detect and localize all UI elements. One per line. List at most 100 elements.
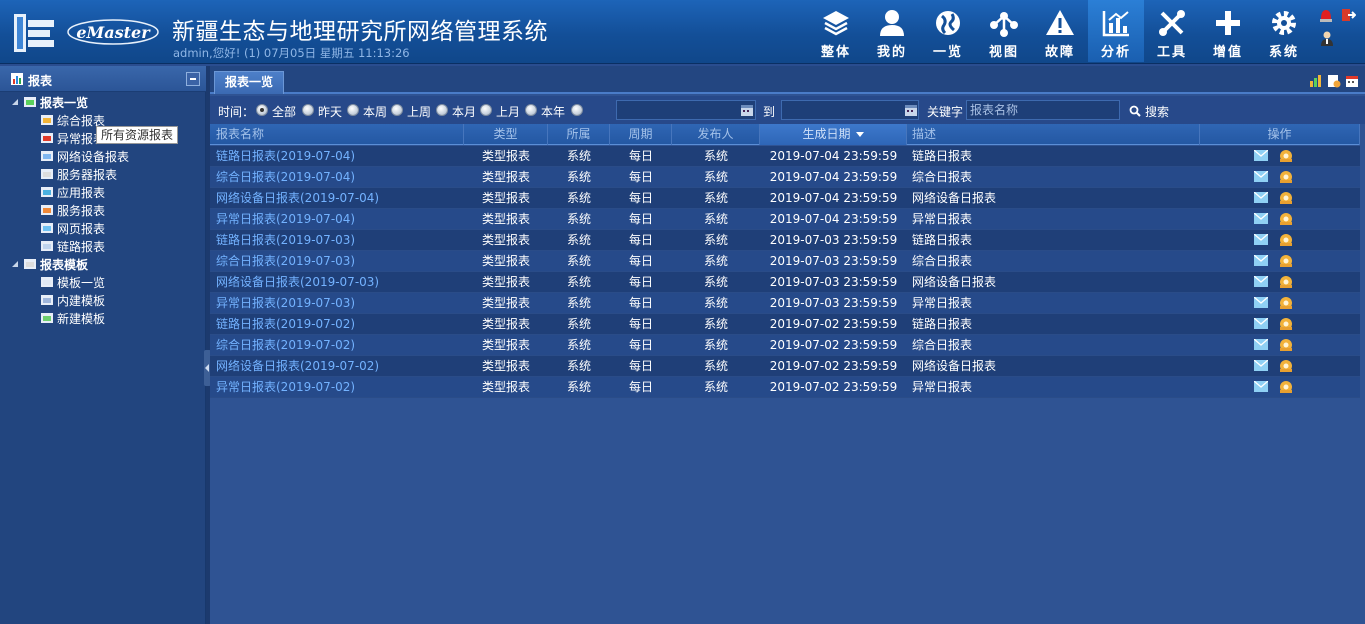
table-row[interactable]: 异常日报表(2019-07-03) 类型报表 系统 每日 系统 2019-07-03 23… [210,293,1360,314]
report-settings-icon[interactable] [1327,74,1341,88]
send-email-icon[interactable] [1254,339,1268,350]
send-email-icon[interactable] [1254,192,1268,203]
table-row[interactable]: 综合日报表(2019-07-04) 类型报表 系统 每日 系统 2019-07-04 23… [210,167,1360,188]
table-row[interactable]: 链路日报表(2019-07-04) 类型报表 系统 每日 系统 2019-07-04 23… [210,146,1360,167]
send-email-icon[interactable] [1254,276,1268,287]
send-email-icon[interactable] [1254,150,1268,161]
column-header-8[interactable]: 操作 [1200,124,1360,145]
time-option-label[interactable]: 上周 [407,103,431,120]
exit-icon[interactable] [1340,7,1356,23]
time-radio-6[interactable] [480,104,492,116]
report-name-link[interactable]: 网络设备日报表(2019-07-02) [216,356,464,376]
report-name-link[interactable]: 综合日报表(2019-07-03) [216,251,464,271]
report-settings-icon[interactable] [1279,254,1293,268]
end-date-input[interactable] [781,100,919,120]
sidebar-item-6[interactable]: 应用报表 [40,183,105,201]
table-row[interactable]: 网络设备日报表(2019-07-03) 类型报表 系统 每日 系统 2019-07-03 … [210,272,1360,293]
sidebar-item-13[interactable]: 新建模板 [40,309,105,327]
time-radio-4[interactable] [391,104,403,116]
column-header-3[interactable]: 所属 [548,124,610,145]
send-email-icon[interactable] [1254,255,1268,266]
table-row[interactable]: 网络设备日报表(2019-07-02) 类型报表 系统 每日 系统 2019-07-02 … [210,356,1360,377]
report-name-link[interactable]: 异常日报表(2019-07-04) [216,209,464,229]
nav-overview[interactable]: 整体 [808,0,864,62]
send-email-icon[interactable] [1254,297,1268,308]
time-radio-3[interactable] [347,104,359,116]
send-email-icon[interactable] [1254,234,1268,245]
tree-expand-triangle-icon[interactable] [10,97,20,107]
time-option-label[interactable]: 本周 [363,103,387,120]
sidebar-collapse-button[interactable] [186,72,200,86]
sidebar-item-5[interactable]: 服务器报表 [40,165,117,183]
sidebar-item-7[interactable]: 服务报表 [40,201,105,219]
time-option-label[interactable]: 昨天 [318,103,342,120]
nav-system[interactable]: 系统 [1256,0,1312,62]
send-email-icon[interactable] [1254,360,1268,371]
calendar-picker-icon[interactable] [741,105,753,116]
search-button[interactable]: 搜索 [1145,103,1169,120]
table-row[interactable]: 链路日报表(2019-07-03) 类型报表 系统 每日 系统 2019-07-03 23… [210,230,1360,251]
send-email-icon[interactable] [1254,213,1268,224]
table-row[interactable]: 综合日报表(2019-07-03) 类型报表 系统 每日 系统 2019-07-03 23… [210,251,1360,272]
nav-value-added[interactable]: 增值 [1200,0,1256,62]
keyword-input[interactable]: 报表名称 [966,100,1120,120]
report-name-link[interactable]: 链路日报表(2019-07-04) [216,146,464,166]
nav-fault[interactable]: 故障 [1032,0,1088,62]
nav-mine[interactable]: 我的 [864,0,920,62]
report-settings-icon[interactable] [1279,149,1293,163]
report-name-link[interactable]: 网络设备日报表(2019-07-04) [216,188,464,208]
nav-analysis[interactable]: 分析 [1088,0,1144,62]
tab-report-list[interactable]: 报表一览 [214,71,285,94]
report-settings-icon[interactable] [1279,233,1293,247]
table-row[interactable]: 网络设备日报表(2019-07-04) 类型报表 系统 每日 系统 2019-07-04 … [210,188,1360,209]
sidebar-item-4[interactable]: 网络设备报表 [40,147,129,165]
table-row[interactable]: 链路日报表(2019-07-02) 类型报表 系统 每日 系统 2019-07-02 23… [210,314,1360,335]
column-header-1[interactable]: 报表名称 [210,124,464,145]
time-option-label[interactable]: 本年 [541,103,565,120]
report-settings-icon[interactable] [1279,275,1293,289]
export-chart-icon[interactable] [1309,74,1323,88]
search-icon[interactable] [1129,105,1141,117]
sidebar-item-1[interactable]: 报表一览 [10,93,88,111]
column-header-6[interactable]: 生成日期 [760,124,907,145]
column-header-7[interactable]: 描述 [907,124,1200,145]
calendar-picker-icon[interactable] [905,105,917,116]
report-settings-icon[interactable] [1279,212,1293,226]
time-radio-2[interactable] [302,104,314,116]
start-date-input[interactable] [616,100,756,120]
alarm-light-icon[interactable] [1318,7,1334,23]
report-name-link[interactable]: 综合日报表(2019-07-04) [216,167,464,187]
user-profile-icon[interactable] [1319,30,1335,46]
column-header-2[interactable]: 类型 [464,124,548,145]
nav-view[interactable]: 视图 [976,0,1032,62]
report-settings-icon[interactable] [1279,296,1293,310]
time-radio-5[interactable] [436,104,448,116]
sidebar-item-12[interactable]: 内建模板 [40,291,105,309]
table-row[interactable]: 异常日报表(2019-07-04) 类型报表 系统 每日 系统 2019-07-04 23… [210,209,1360,230]
time-option-label[interactable]: 上月 [496,103,520,120]
report-settings-icon[interactable] [1279,170,1293,184]
time-radio-7[interactable] [525,104,537,116]
report-name-link[interactable]: 综合日报表(2019-07-02) [216,335,464,355]
report-settings-icon[interactable] [1279,338,1293,352]
nav-tools[interactable]: 工具 [1144,0,1200,62]
column-header-5[interactable]: 发布人 [672,124,760,145]
report-name-link[interactable]: 网络设备日报表(2019-07-03) [216,272,464,292]
report-name-link[interactable]: 异常日报表(2019-07-02) [216,377,464,397]
table-row[interactable]: 异常日报表(2019-07-02) 类型报表 系统 每日 系统 2019-07-02 23… [210,377,1360,398]
time-radio-custom[interactable] [571,104,583,116]
report-name-link[interactable]: 链路日报表(2019-07-03) [216,230,464,250]
report-settings-icon[interactable] [1279,317,1293,331]
send-email-icon[interactable] [1254,381,1268,392]
send-email-icon[interactable] [1254,318,1268,329]
send-email-icon[interactable] [1254,171,1268,182]
sidebar-item-8[interactable]: 网页报表 [40,219,105,237]
nav-glance[interactable]: 一览 [920,0,976,62]
sidebar-item-11[interactable]: 模板一览 [40,273,105,291]
report-settings-icon[interactable] [1279,191,1293,205]
column-header-4[interactable]: 周期 [610,124,672,145]
report-name-link[interactable]: 链路日报表(2019-07-02) [216,314,464,334]
time-radio-1[interactable] [256,104,268,116]
time-option-label[interactable]: 本月 [452,103,476,120]
sidebar-item-9[interactable]: 链路报表 [40,237,105,255]
